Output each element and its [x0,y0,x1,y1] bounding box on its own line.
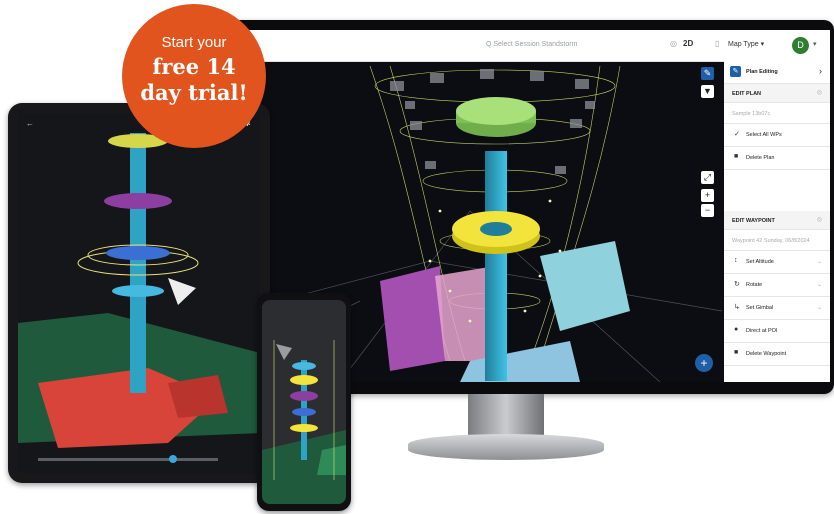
waypoint-name-field[interactable]: Waypoint 42 Sunday, 06/8/2024 [724,230,830,251]
phone-screen[interactable] [262,300,346,504]
select-all-button[interactable]: ✓ Select All WPs [724,124,830,147]
pencil-icon: ✎ [730,66,741,77]
plan-name-placeholder: Sample 13b07c [732,111,771,117]
panel-title: Plan Editing [746,69,778,75]
info-icon[interactable]: ◎ [817,216,822,223]
set-gimbal-label: Set Gimbal [746,305,774,311]
map-type-dropdown[interactable]: Map Type ▾ [728,40,764,48]
monitor-stand-neck [468,394,544,438]
chevron-down-icon[interactable]: ▾ [813,40,817,48]
trash-icon: ■ [734,153,739,160]
badge-line-2: free 14 [152,54,236,79]
select-all-label: Select All WPs [746,132,782,138]
select-all-icon: ✓ [734,131,740,138]
delete-waypoint-button[interactable]: ■ Delete Waypoint [724,343,830,366]
chevron-down-icon: ⌄ [816,305,822,311]
section-title: EDIT WAYPOINT [732,218,775,224]
plan-name-field[interactable]: Sample 13b07c [724,103,830,124]
view-2d-button[interactable]: 2D [683,39,693,48]
set-gimbal-button[interactable]: ↳ Set Gimbal ⌄ [724,297,830,320]
delete-waypoint-label: Delete Waypoint [746,351,787,357]
chevron-right-icon[interactable]: › [819,66,822,76]
set-altitude-button[interactable]: ↕ Set Altitude ⌄ [724,251,830,274]
edit-plan-section: EDIT PLAN ◎ [724,84,830,103]
avatar[interactable]: D [792,37,809,54]
direct-at-poi-button[interactable]: ● Direct at POI [724,320,830,343]
tablet-screen[interactable]: ← ✱ [18,113,260,473]
waypoint-placeholder: Waypoint 42 Sunday, 06/8/2024 [732,238,810,244]
pencil-icon[interactable]: ✎ [701,67,714,80]
cube-icon: ◎ [670,39,677,48]
add-waypoint-button[interactable]: + [695,354,713,372]
tablet-scene-graphic [18,113,260,473]
phone-scene-graphic [262,300,346,504]
panel-header[interactable]: ✎ Plan Editing › [724,61,830,84]
top-bar: Q Select Session Standstorm ◎ 2D ▯ Map T… [240,30,830,62]
rotate-icon: ↻ [734,281,740,288]
edit-waypoint-section: EDIT WAYPOINT ◎ [724,211,830,230]
map-layers-icon: ▯ [715,39,720,48]
direct-at-poi-label: Direct at POI [746,328,778,334]
monitor-stand-base [408,434,604,460]
delete-plan-button[interactable]: ■ Delete Plan [724,147,830,170]
fullscreen-icon[interactable]: ⤢ [701,171,714,184]
map-type-label: Map Type [728,41,759,48]
delete-plan-label: Delete Plan [746,155,775,161]
zoom-out-button[interactable]: − [701,204,714,217]
chevron-down-icon: ⌄ [816,282,822,288]
chevron-down-icon: ⌄ [816,259,822,265]
trash-icon: ■ [734,349,739,356]
gimbal-icon: ↳ [734,304,740,311]
info-icon[interactable]: ◎ [817,89,822,96]
rotate-label: Rotate [746,282,763,288]
free-trial-badge[interactable]: Start your free 14 day trial! [122,4,266,148]
set-altitude-label: Set Altitude [746,259,774,265]
rotate-button[interactable]: ↻ Rotate ⌄ [724,274,830,297]
plan-editing-panel: ✎ Plan Editing › EDIT PLAN ◎ Sample 13b0… [724,61,830,382]
zoom-in-button[interactable]: + [701,189,714,202]
filter-icon[interactable]: ▼ [701,85,714,98]
location-pin-icon: ● [734,326,739,333]
section-title: EDIT PLAN [732,91,762,97]
badge-line-1: Start your [161,34,227,51]
altitude-icon: ↕ [734,257,738,264]
badge-line-3: day trial! [140,80,248,105]
search-input[interactable]: Q Select Session Standstorm [486,41,577,48]
back-arrow-icon[interactable]: ← [26,119,34,128]
